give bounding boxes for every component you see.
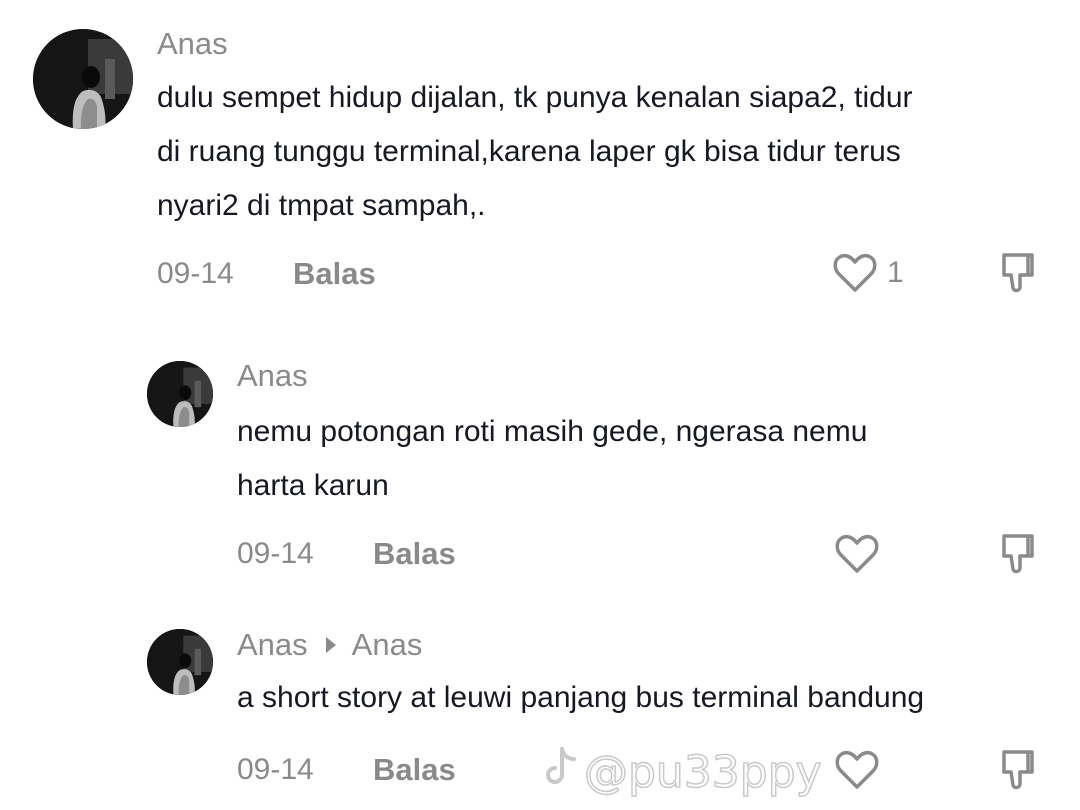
- avatar[interactable]: [147, 361, 213, 427]
- dislike-button[interactable]: [998, 251, 1042, 295]
- like-button[interactable]: 1: [833, 253, 904, 293]
- avatar-image: [147, 629, 213, 695]
- comment-date: 09-14: [237, 753, 314, 786]
- comment-date: 09-14: [237, 537, 314, 570]
- avatar-image: [33, 29, 133, 129]
- like-count: 1: [887, 256, 904, 289]
- comment-text: dulu sempet hidup dijalan, tk punya kena…: [157, 81, 913, 222]
- like-button[interactable]: [835, 750, 879, 790]
- thumbs-down-icon: [1002, 534, 1034, 574]
- reply-button[interactable]: Balas: [293, 257, 376, 291]
- comment-username[interactable]: Anas: [157, 27, 228, 61]
- avatar-image: [147, 361, 213, 427]
- like-button[interactable]: [835, 534, 879, 574]
- comment-thread: Anas dulu sempet hidup dijalan, tk punya…: [0, 0, 1080, 810]
- heart-outline-icon: [833, 253, 877, 292]
- thumbs-down-icon: [1002, 253, 1034, 293]
- dislike-button[interactable]: [998, 532, 1042, 576]
- tiktok-logo-icon: [540, 745, 580, 800]
- comment-username[interactable]: Anas: [237, 359, 308, 393]
- watermark: @pu33ppy: [540, 745, 822, 800]
- comment-username-row: Anas Anas: [237, 628, 422, 662]
- dislike-button[interactable]: [998, 748, 1042, 792]
- thumbs-down-icon: [1002, 750, 1034, 790]
- reply-button[interactable]: Balas: [373, 753, 456, 787]
- triangle-right-icon: [325, 637, 336, 653]
- heart-outline-icon: [835, 750, 879, 789]
- avatar[interactable]: [147, 629, 213, 695]
- reply-to-username[interactable]: Anas: [352, 628, 423, 662]
- comment-text: nemu potongan roti masih gede, ngerasa n…: [237, 415, 868, 502]
- comment-date: 09-14: [157, 257, 234, 290]
- reply-button[interactable]: Balas: [373, 537, 456, 571]
- avatar[interactable]: [33, 29, 133, 129]
- heart-outline-icon: [835, 534, 879, 573]
- comment-text: a short story at leuwi panjang bus termi…: [237, 681, 925, 714]
- comment-username[interactable]: Anas: [237, 628, 308, 662]
- watermark-handle: @pu33ppy: [583, 746, 822, 799]
